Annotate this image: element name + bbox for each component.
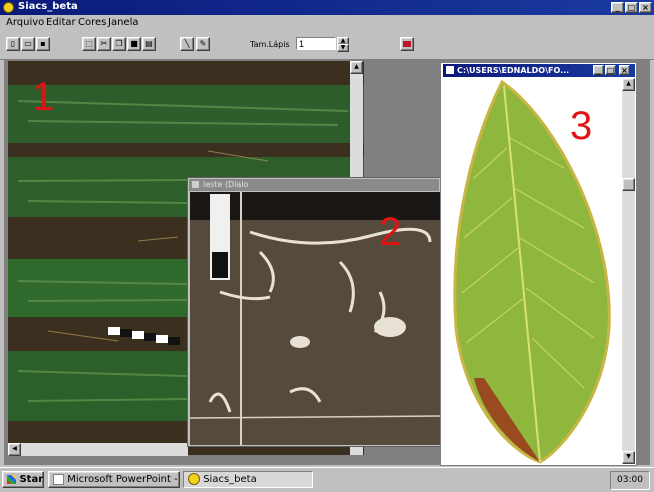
maximize-button[interactable]: □ xyxy=(605,65,616,75)
window-icon xyxy=(192,181,199,188)
leaf-image[interactable]: 3 xyxy=(444,78,622,464)
menu-cores[interactable]: Cores xyxy=(78,17,106,28)
minimize-button[interactable]: _ xyxy=(611,2,624,13)
taskbar-item-siacs[interactable]: Siacs_beta xyxy=(183,471,313,488)
minimize-button[interactable]: _ xyxy=(593,65,604,75)
window-icon xyxy=(446,66,454,74)
main-title-bar: Siacs_beta _ □ × xyxy=(0,0,654,15)
toolbar: ▯ ▭ ▪ ⬚ ✂ ❐ ■ ▤ ╲ ✎ Tam.Lápis ▲ ▼ xyxy=(0,31,654,60)
save-icon[interactable]: ▪ xyxy=(36,37,50,51)
pencil-icon[interactable]: ✎ xyxy=(196,37,210,51)
start-label: Start xyxy=(19,474,44,485)
leaf-image-title-bar[interactable]: C:\USERS\EDNALDO\FO... _ □ × xyxy=(443,64,635,77)
start-button[interactable]: Start xyxy=(2,471,44,488)
powerpoint-icon xyxy=(53,473,64,485)
paste-icon[interactable]: ■ xyxy=(127,37,141,51)
taskbar-item-label: Microsoft PowerPoint - [Pr... xyxy=(67,474,179,485)
scroll-left-icon[interactable]: ◀ xyxy=(8,443,21,456)
select-icon[interactable]: ⬚ xyxy=(82,37,96,51)
menu-janela[interactable]: Janela xyxy=(108,17,138,28)
root-image-title-bar[interactable]: leste (Dialo xyxy=(189,179,439,191)
app-icon xyxy=(3,2,14,13)
menu-bar: Arquivo Editar Cores Janela xyxy=(0,15,654,31)
window-number-2: 2 xyxy=(379,210,402,254)
cut-icon[interactable]: ✂ xyxy=(97,37,111,51)
win3-vertical-scrollbar[interactable]: ▲ ▼ xyxy=(622,78,635,464)
pencil-size-label: Tam.Lápis xyxy=(250,40,290,49)
taskbar-item-powerpoint[interactable]: Microsoft PowerPoint - [Pr... xyxy=(48,471,180,488)
scroll-up-icon[interactable]: ▲ xyxy=(350,61,363,74)
window-number-3: 3 xyxy=(570,104,593,148)
scroll-up-icon[interactable]: ▲ xyxy=(622,78,635,91)
layers-icon[interactable]: ▤ xyxy=(142,37,156,51)
close-button[interactable]: × xyxy=(639,2,652,13)
taskbar: Start Microsoft PowerPoint - [Pr... Siac… xyxy=(0,467,654,492)
new-file-icon[interactable]: ▯ xyxy=(6,37,20,51)
scroll-down-icon[interactable]: ▼ xyxy=(622,451,635,464)
root-image-title: leste (Dialo xyxy=(203,180,249,189)
color-palette-icon[interactable] xyxy=(400,37,414,51)
root-soil-image[interactable]: 2 xyxy=(190,192,440,445)
copy-icon[interactable]: ❐ xyxy=(112,37,126,51)
close-button[interactable]: × xyxy=(619,65,630,75)
win1-horizontal-scrollbar[interactable]: ◀ xyxy=(8,443,188,456)
system-clock: 03:00 xyxy=(610,471,650,490)
window-number-1: 1 xyxy=(32,75,55,119)
open-folder-icon[interactable]: ▭ xyxy=(21,37,35,51)
scroll-thumb[interactable] xyxy=(622,178,635,191)
windows-logo-icon xyxy=(7,474,16,484)
window-title: Siacs_beta xyxy=(18,1,78,12)
line-tool-icon[interactable]: ╲ xyxy=(180,37,194,51)
menu-editar[interactable]: Editar xyxy=(46,17,76,28)
spin-down-icon[interactable]: ▼ xyxy=(337,44,349,52)
pencil-size-input[interactable] xyxy=(296,37,336,50)
taskbar-item-label: Siacs_beta xyxy=(203,474,257,485)
app-icon xyxy=(188,473,200,485)
menu-arquivo[interactable]: Arquivo xyxy=(6,17,44,28)
leaf-image-title: C:\USERS\EDNALDO\FO... xyxy=(457,66,570,75)
maximize-button[interactable]: □ xyxy=(625,2,638,13)
